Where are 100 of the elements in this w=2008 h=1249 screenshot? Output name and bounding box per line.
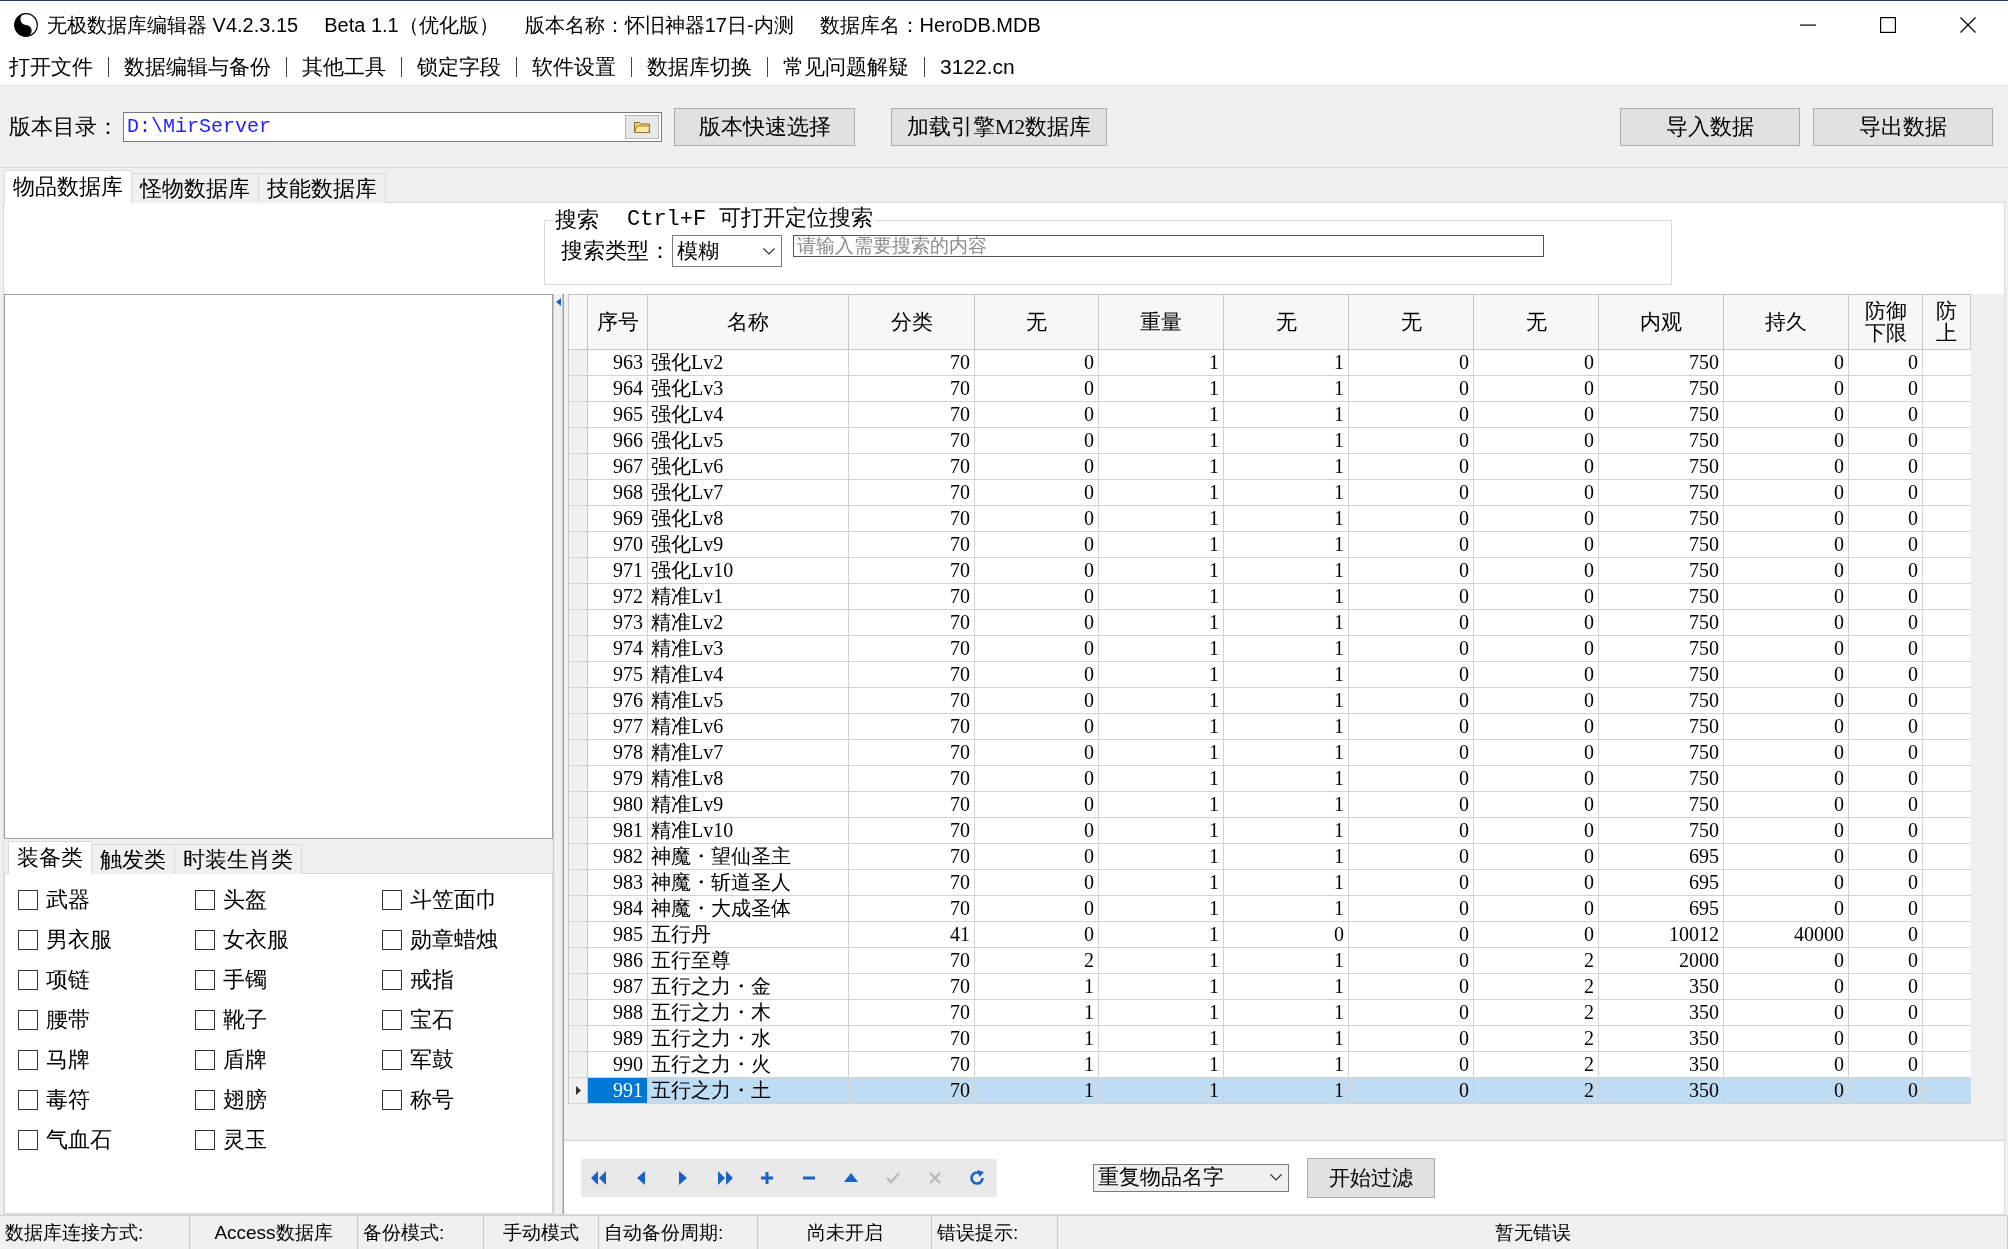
tab[interactable]: 装备类: [8, 841, 92, 874]
table-row[interactable]: 974 精准Lv3 70 0 1 1 0 0 750 0 0: [568, 636, 1971, 662]
checkbox[interactable]: [195, 890, 215, 910]
checkbox[interactable]: [382, 930, 402, 950]
table-cell: 1: [975, 1078, 1099, 1104]
checkbox-label[interactable]: 武器: [46, 889, 90, 911]
table-row[interactable]: 963 强化Lv2 70 0 1 1 0 0 750 0 0: [568, 350, 1971, 376]
checkbox[interactable]: [18, 1010, 38, 1030]
table-row[interactable]: 966 强化Lv5 70 0 1 1 0 0 750 0 0: [568, 428, 1971, 454]
table-row[interactable]: 965 强化Lv4 70 0 1 1 0 0 750 0 0: [568, 402, 1971, 428]
checkbox-label[interactable]: 手镯: [223, 969, 267, 991]
table-row[interactable]: 967 强化Lv6 70 0 1 1 0 0 750 0 0: [568, 454, 1971, 480]
menu-item[interactable]: 其他工具: [302, 53, 386, 80]
checkbox-label[interactable]: 翅膀: [223, 1089, 267, 1111]
table-row[interactable]: 982 神魔・望仙圣主 70 0 1 1 0 0 695 0 0: [568, 844, 1971, 870]
table-row[interactable]: 979 精准Lv8 70 0 1 1 0 0 750 0 0: [568, 766, 1971, 792]
toolbar-button[interactable]: 导出数据: [1813, 107, 1993, 146]
menu-item[interactable]: 打开文件: [9, 53, 93, 80]
table-row[interactable]: 975 精准Lv4 70 0 1 1 0 0 750 0 0: [568, 662, 1971, 688]
table-row[interactable]: 970 强化Lv9 70 0 1 1 0 0 750 0 0: [568, 532, 1971, 558]
search-input[interactable]: 请输入需要搜索的内容: [793, 235, 1544, 257]
checkbox[interactable]: [195, 1090, 215, 1110]
table-row[interactable]: 984 神魔・大成圣体 70 0 1 1 0 0 695 0 0: [568, 896, 1971, 922]
table-row[interactable]: 972 精准Lv1 70 0 1 1 0 0 750 0 0: [568, 584, 1971, 610]
checkbox-label[interactable]: 气血石: [46, 1129, 112, 1151]
checkbox-label[interactable]: 斗笠面巾: [410, 889, 498, 911]
menu-item[interactable]: 常见问题解疑: [783, 53, 909, 80]
table-row[interactable]: 981 精准Lv10 70 0 1 1 0 0 750 0 0: [568, 818, 1971, 844]
double-right-arrow-icon[interactable]: [716, 1168, 734, 1187]
tab[interactable]: 物品数据库: [4, 170, 132, 203]
checkbox[interactable]: [18, 930, 38, 950]
checkbox-label[interactable]: 男衣服: [46, 929, 112, 951]
menu-item[interactable]: 数据编辑与备份: [124, 53, 271, 80]
table-row[interactable]: 988 五行之力・木 70 1 1 1 0 2 350 0 0: [568, 1000, 1971, 1026]
table-row[interactable]: 978 精准Lv7 70 0 1 1 0 0 750 0 0: [568, 740, 1971, 766]
window-title: Beta 1.1（优化版）: [324, 12, 499, 37]
checkbox[interactable]: [382, 890, 402, 910]
checkbox[interactable]: [195, 1010, 215, 1030]
refresh-icon[interactable]: [968, 1168, 986, 1187]
table-row[interactable]: 977 精准Lv6 70 0 1 1 0 0 750 0 0: [568, 714, 1971, 740]
table-row[interactable]: 991 五行之力・土 70 1 1 1 0 2 350 0 0: [568, 1078, 1971, 1104]
browse-button[interactable]: [625, 114, 659, 139]
table-row[interactable]: 969 强化Lv8 70 0 1 1 0 0 750 0 0: [568, 506, 1971, 532]
table-row[interactable]: 980 精准Lv9 70 0 1 1 0 0 750 0 0: [568, 792, 1971, 818]
toolbar-button[interactable]: 导入数据: [1620, 107, 1800, 146]
checkbox-label[interactable]: 宝石: [410, 1009, 454, 1031]
menu-item[interactable]: 数据库切换: [647, 53, 752, 80]
table-row[interactable]: 985 五行丹 41 0 1 0 0 0 10012 40000 0: [568, 922, 1971, 948]
window-title: 版本名称：怀旧神器17日-内测: [524, 12, 794, 37]
checkbox-label[interactable]: 毒符: [46, 1089, 90, 1111]
checkbox[interactable]: [382, 970, 402, 990]
status-value: 尚未开启: [806, 1223, 883, 1242]
checkbox[interactable]: [382, 1090, 402, 1110]
checkbox-label[interactable]: 称号: [410, 1089, 454, 1111]
checkbox[interactable]: [195, 970, 215, 990]
toolbar-button[interactable]: 加载引擎M2数据库: [891, 107, 1107, 146]
splitter-handle[interactable]: [553, 294, 563, 1214]
tab[interactable]: 触发类: [91, 844, 175, 874]
tab[interactable]: 怪物数据库: [131, 173, 259, 203]
table-row[interactable]: 986 五行至尊 70 2 1 1 0 2 2000 0 0: [568, 948, 1971, 974]
checkbox-label[interactable]: 项链: [46, 969, 90, 991]
checkbox[interactable]: [18, 1130, 38, 1150]
checkbox-label[interactable]: 女衣服: [223, 929, 289, 951]
table-row[interactable]: 964 强化Lv3 70 0 1 1 0 0 750 0 0: [568, 376, 1971, 402]
menu-item[interactable]: 锁定字段: [417, 53, 501, 80]
checkbox[interactable]: [382, 1010, 402, 1030]
menu-item[interactable]: 软件设置: [532, 53, 616, 80]
checkbox-label[interactable]: 腰带: [46, 1009, 90, 1031]
filter-dropdown[interactable]: 重复物品名字: [1093, 1163, 1289, 1192]
checkbox-label[interactable]: 戒指: [410, 969, 454, 991]
checkbox[interactable]: [18, 970, 38, 990]
checkbox-label[interactable]: 头盔: [223, 889, 267, 911]
checkbox-label[interactable]: 灵玉: [223, 1129, 267, 1151]
toolbar-button[interactable]: 版本快速选择: [674, 107, 855, 146]
table-row[interactable]: 973 精准Lv2 70 0 1 1 0 0 750 0 0: [568, 610, 1971, 636]
tab[interactable]: 时装生肖类: [174, 844, 302, 874]
menu-item[interactable]: 3122.cn: [940, 53, 1015, 80]
checkbox-label[interactable]: 靴子: [223, 1009, 267, 1031]
table-row[interactable]: 990 五行之力・火 70 1 1 1 0 2 350 0 0: [568, 1052, 1971, 1078]
checkbox-label[interactable]: 马牌: [46, 1049, 90, 1071]
table-row[interactable]: 976 精准Lv5 70 0 1 1 0 0 750 0 0: [568, 688, 1971, 714]
checkbox[interactable]: [18, 1090, 38, 1110]
filter-button[interactable]: 开始过滤: [1307, 1157, 1435, 1198]
checkbox[interactable]: [195, 1130, 215, 1150]
table-row[interactable]: 989 五行之力・水 70 1 1 1 0 2 350 0 0: [568, 1026, 1971, 1052]
checkbox[interactable]: [382, 1050, 402, 1070]
checkbox-label[interactable]: 盾牌: [223, 1049, 267, 1071]
checkbox-label[interactable]: 勋章蜡烛: [410, 929, 498, 951]
table-row[interactable]: 971 强化Lv10 70 0 1 1 0 0 750 0 0: [568, 558, 1971, 584]
checkbox[interactable]: [18, 1050, 38, 1070]
table-row[interactable]: 987 五行之力・金 70 1 1 1 0 2 350 0 0: [568, 974, 1971, 1000]
checkbox[interactable]: [195, 930, 215, 950]
checkbox[interactable]: [195, 1050, 215, 1070]
checkbox[interactable]: [18, 890, 38, 910]
table-row[interactable]: 968 强化Lv7 70 0 1 1 0 0 750 0 0: [568, 480, 1971, 506]
checkbox-label[interactable]: 军鼓: [410, 1049, 454, 1071]
search-type-dropdown[interactable]: 模糊: [672, 235, 782, 267]
tab[interactable]: 技能数据库: [258, 173, 386, 203]
directory-field[interactable]: D:\MirServer: [123, 111, 662, 142]
table-row[interactable]: 983 神魔・斩道圣人 70 0 1 1 0 0 695 0 0: [568, 870, 1971, 896]
